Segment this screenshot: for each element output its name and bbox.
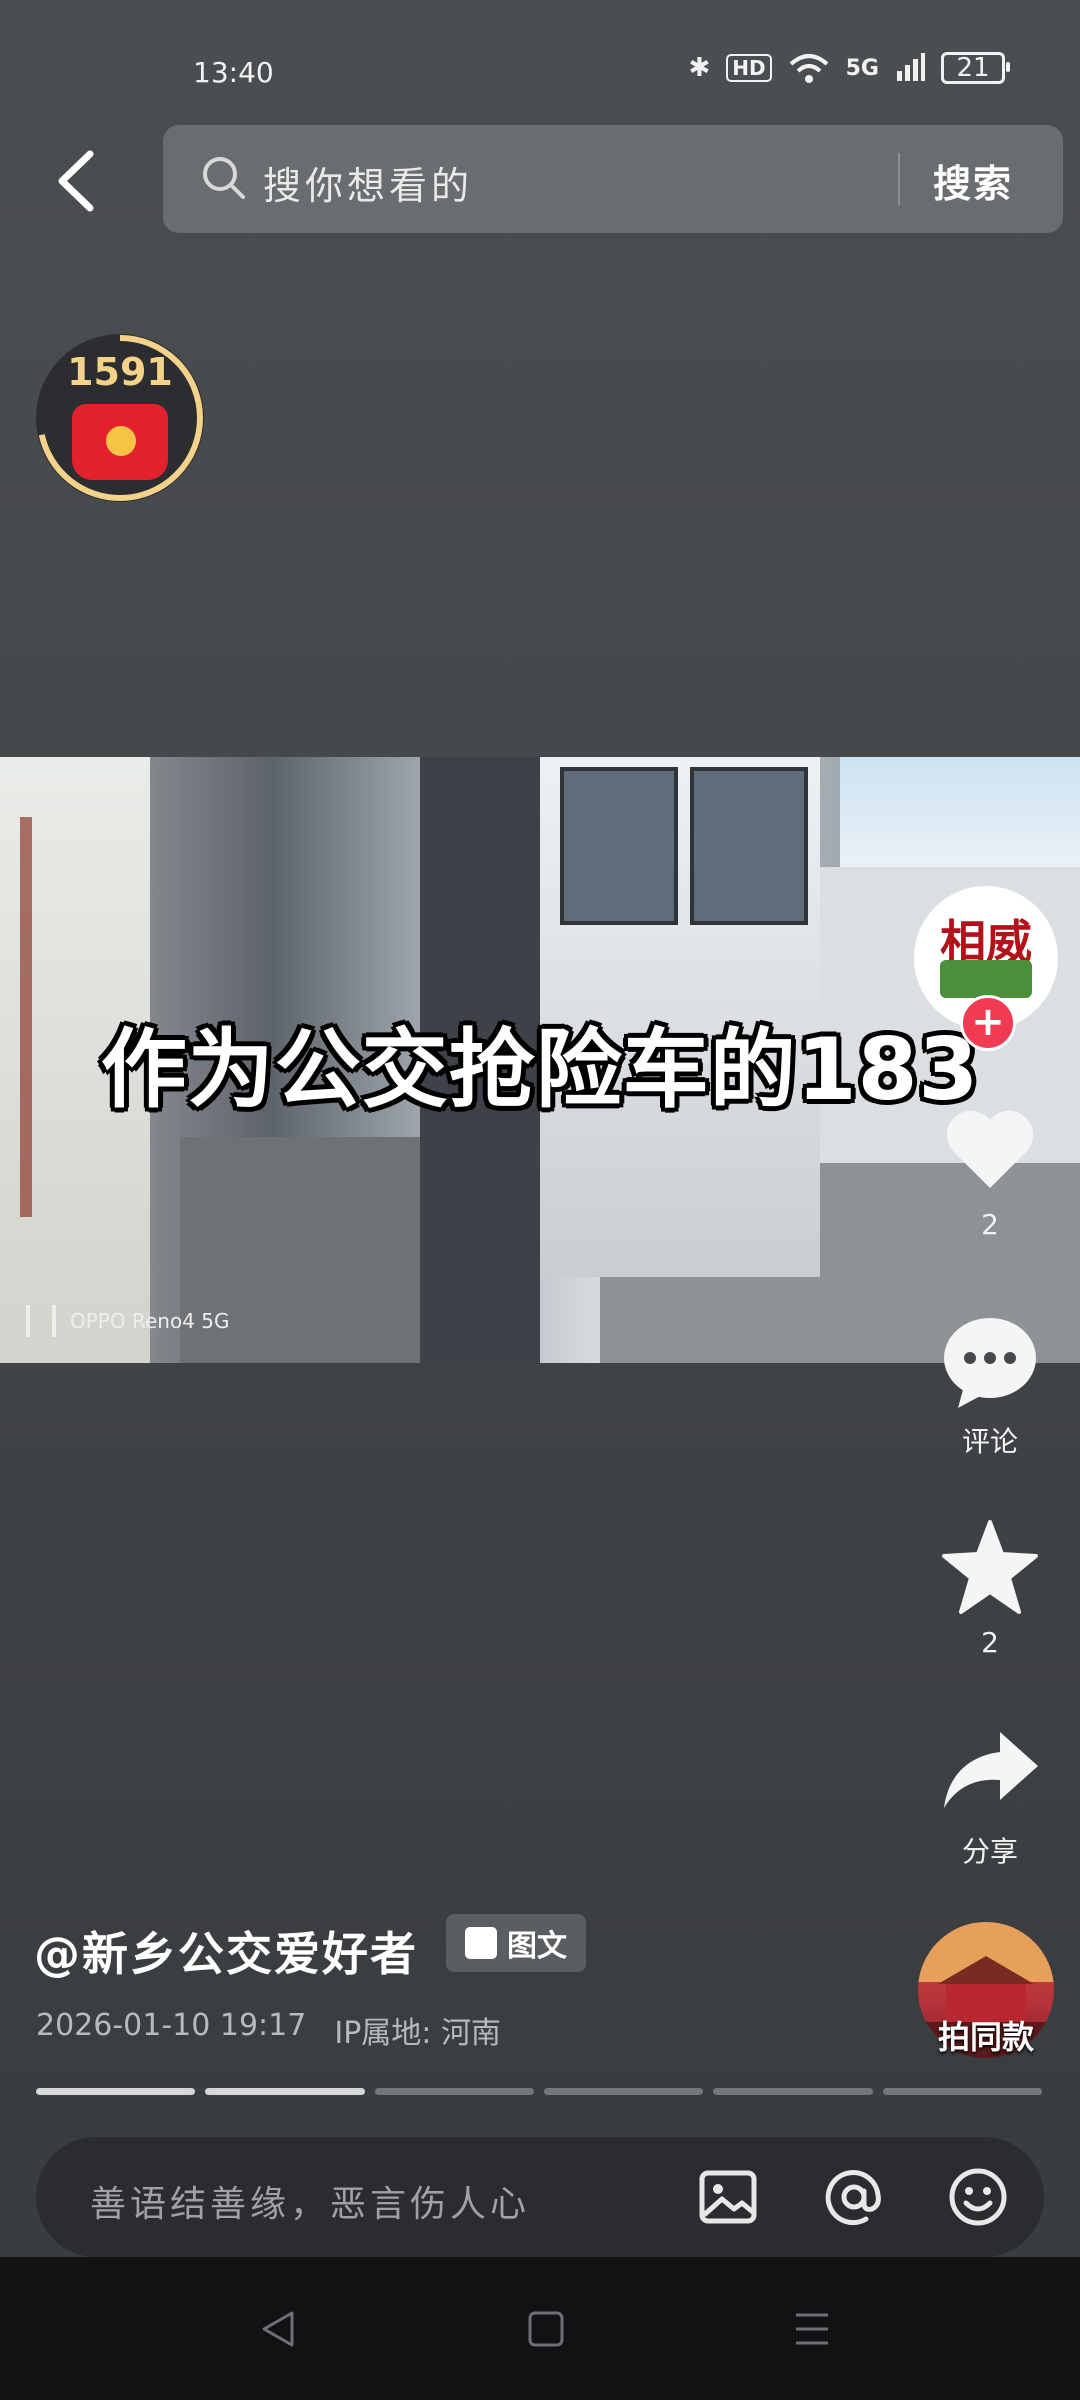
progress-segment	[374, 2088, 534, 2095]
progress-segment	[36, 2088, 196, 2095]
progress-segment	[205, 2088, 365, 2095]
comment-label: 评论	[961, 1425, 1018, 1458]
like-count: 2	[981, 1208, 999, 1241]
search-divider	[898, 153, 900, 205]
image-text-icon	[465, 1927, 497, 1959]
watermark-logo-icon	[26, 1305, 56, 1337]
network-type: 5G	[845, 55, 879, 81]
nav-back-icon[interactable]	[258, 2309, 298, 2349]
coin-icon	[106, 426, 136, 456]
search-bar[interactable]: 搜你想看的 搜索	[163, 125, 1063, 233]
signal-icon	[897, 53, 925, 81]
comment-button[interactable]: 评论	[906, 1312, 1074, 1460]
post-image[interactable]: 作为公交抢险车的183 OPPO Reno4 5G	[0, 757, 1080, 1363]
nav-home-icon[interactable]	[526, 2309, 566, 2349]
image-progress	[36, 2088, 1042, 2095]
follow-button[interactable]: +	[960, 995, 1016, 1051]
search-input[interactable]: 搜你想看的	[263, 155, 473, 210]
comment-icon	[944, 1318, 1036, 1408]
comment-input[interactable]: 善语结善缘，恶言伤人心	[90, 2175, 530, 2227]
progress-segment	[543, 2088, 704, 2095]
progress-segment	[882, 2088, 1042, 2095]
battery-level: 21	[956, 53, 990, 83]
bluetooth-icon: ✱	[688, 53, 711, 83]
status-bar: 13:40 ✱ HD 5G 21	[0, 0, 1080, 140]
ip-location: IP属地: 河南	[334, 2008, 501, 2052]
status-time: 13:40	[193, 56, 274, 89]
sky	[840, 757, 1080, 867]
avatar-bus-icon	[940, 960, 1032, 998]
hd-badge: HD	[726, 54, 772, 82]
system-navigation-bar	[0, 2257, 1080, 2400]
heart-icon	[946, 1110, 1034, 1188]
favorite-button[interactable]: 2	[906, 1518, 1074, 1659]
search-icon	[203, 157, 245, 199]
post-type-label: 图文	[507, 1929, 567, 1964]
battery-icon: 21	[941, 52, 1010, 84]
mention-icon[interactable]	[822, 2165, 886, 2229]
star-icon	[942, 1520, 1038, 1614]
share-icon	[944, 1732, 1038, 1808]
share-button[interactable]: 分享	[906, 1722, 1074, 1870]
same-style-label: 拍同款	[937, 2018, 1034, 2056]
bus-window	[690, 767, 808, 925]
post-meta: 2026-01-10 19:17 IP属地: 河南	[36, 2008, 501, 2052]
comment-bar[interactable]: 善语结善缘，恶言伤人心	[36, 2137, 1044, 2257]
ip-value: 河南	[440, 2016, 501, 2051]
share-label: 分享	[961, 1835, 1018, 1868]
favorite-count: 2	[981, 1626, 999, 1659]
like-button[interactable]: 2	[906, 1100, 1074, 1241]
red-packet-count: 1591	[67, 350, 173, 394]
author-name[interactable]: @新乡公交爱好者	[34, 1918, 418, 1984]
app-screen: 13:40 ✱ HD 5G 21 搜你想看的 搜索 1591 作为公交抢险车的1…	[0, 0, 1080, 2115]
search-button[interactable]: 搜索	[933, 153, 1013, 208]
bus-window	[560, 767, 678, 925]
back-arrow-icon[interactable]	[48, 146, 108, 216]
nav-menu-icon[interactable]	[792, 2309, 832, 2349]
ip-label: IP属地:	[334, 2016, 432, 2051]
wifi-icon	[789, 54, 828, 83]
emoji-icon[interactable]	[946, 2165, 1010, 2229]
progress-segment	[713, 2088, 873, 2095]
post-type-tag[interactable]: 图文	[446, 1914, 586, 1972]
post-datetime: 2026-01-10 19:17	[36, 2008, 307, 2043]
red-packet-widget[interactable]: 1591	[36, 334, 204, 502]
image-icon[interactable]	[696, 2165, 760, 2229]
status-icons: ✱ HD 5G 21	[688, 52, 1010, 84]
camera-watermark: OPPO Reno4 5G	[26, 1305, 229, 1337]
watermark-text: OPPO Reno4 5G	[70, 1309, 230, 1333]
